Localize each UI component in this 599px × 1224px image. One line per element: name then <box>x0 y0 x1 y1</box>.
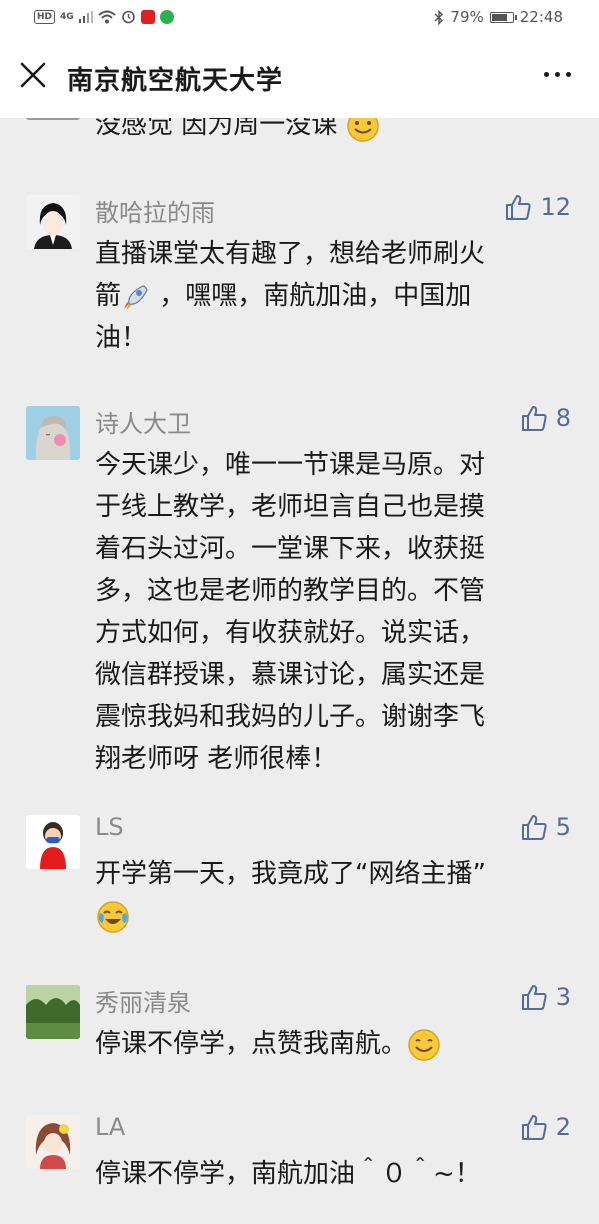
battery-percent: 79% <box>450 8 484 26</box>
title-bar: 南京航空航天大学 <box>0 38 599 118</box>
comment-text: 没感觉 因为周一没课 <box>95 118 380 146</box>
smile-emoji-icon <box>346 118 379 142</box>
comment-text: 停课不停学，南航加油＾０＾~！ <box>95 1159 481 1189</box>
status-right-indicators: 79% 22:48 <box>434 8 563 26</box>
more-icon-dot <box>566 72 571 77</box>
more-icon-dot <box>544 72 549 77</box>
like-button[interactable]: 5 <box>520 813 571 841</box>
avatar[interactable] <box>26 985 80 1039</box>
thumbs-up-icon[interactable] <box>520 404 548 432</box>
comment-text: 直播课堂太有趣了，想给老师刷火 箭 ，嘿嘿，南航加油，中国加 油！ <box>95 239 486 353</box>
status-bar: HD 4G 79% 22:48 <box>0 0 599 38</box>
rocket-emoji-icon <box>124 284 148 310</box>
smile-emoji-icon <box>408 1028 440 1061</box>
app-notification-icon-2 <box>159 9 174 24</box>
like-button[interactable]: 8 <box>520 404 571 432</box>
close-icon[interactable] <box>18 60 48 90</box>
like-count: 8 <box>555 404 571 432</box>
bluetooth-icon <box>434 9 444 25</box>
clock: 22:48 <box>519 8 563 26</box>
thumbs-up-icon[interactable] <box>504 193 532 221</box>
crying-laughing-emoji-icon <box>97 900 129 933</box>
wifi-icon <box>98 10 116 23</box>
status-left-indicators: HD 4G <box>34 9 174 24</box>
like-count: 12 <box>540 193 571 221</box>
like-button[interactable]: 3 <box>520 983 571 1011</box>
comment-author: 秀丽清泉 <box>95 989 191 1017</box>
like-count: 5 <box>555 813 571 841</box>
battery-icon <box>489 11 517 23</box>
network-indicator: 4G <box>60 11 74 22</box>
comment-author: 诗人大卫 <box>95 410 191 438</box>
comment-author: LA <box>95 1113 126 1141</box>
close-button[interactable] <box>18 60 48 90</box>
comment-author: 散哈拉的雨 <box>95 199 215 227</box>
comment-list: 没感觉 因为周一没课 散哈拉的雨 12 直播课堂太有趣了，想给老师刷火 箭 ，嘿… <box>0 118 599 1224</box>
more-button[interactable] <box>544 72 571 77</box>
comment-text: 开学第一天，我竟成了“网络主播” <box>95 853 565 937</box>
like-button[interactable]: 12 <box>504 193 571 221</box>
avatar[interactable] <box>26 815 80 869</box>
thumbs-up-icon[interactable] <box>520 1113 548 1141</box>
like-button[interactable]: 2 <box>520 1113 571 1141</box>
signal-icon <box>78 10 93 23</box>
comment-author: LS <box>95 813 124 841</box>
like-count: 2 <box>555 1113 571 1141</box>
page-title: 南京航空航天大学 <box>67 66 284 96</box>
comment-text: 今天课少，唯一一节课是马原。对 于线上教学，老师坦言自己也是摸 着石头过河。一堂… <box>95 450 486 774</box>
avatar[interactable] <box>26 406 80 460</box>
avatar[interactable] <box>26 1115 80 1169</box>
avatar[interactable] <box>26 195 80 249</box>
app-notification-icon <box>140 9 155 24</box>
more-icon-dot <box>555 72 560 77</box>
thumbs-up-icon[interactable] <box>520 813 548 841</box>
avatar <box>26 118 80 120</box>
alarm-icon <box>121 10 135 24</box>
hd-indicator: HD <box>34 9 56 24</box>
thumbs-up-icon[interactable] <box>520 983 548 1011</box>
like-count: 3 <box>555 983 571 1011</box>
comment-text: 停课不停学，点赞我南航。 <box>95 1023 565 1065</box>
